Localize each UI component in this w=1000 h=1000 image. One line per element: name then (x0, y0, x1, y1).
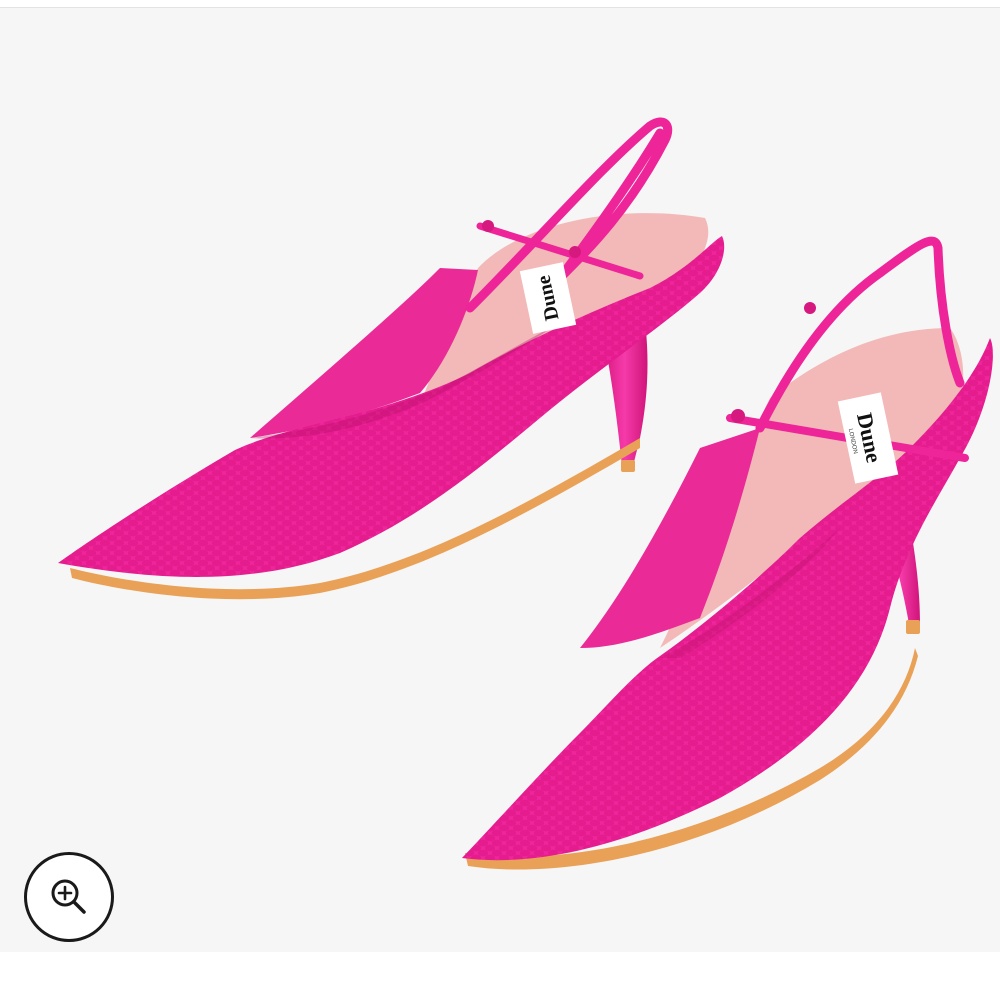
top-divider (0, 0, 1000, 8)
magnifier-plus-icon (51, 879, 86, 914)
zoom-button[interactable] (24, 852, 114, 942)
product-image-viewer: Dune Dune LONDON (0, 0, 1000, 1000)
product-image: Dune Dune LONDON (58, 117, 993, 870)
left-shoe: Dune (58, 117, 725, 600)
bottom-strip (0, 952, 1000, 1000)
